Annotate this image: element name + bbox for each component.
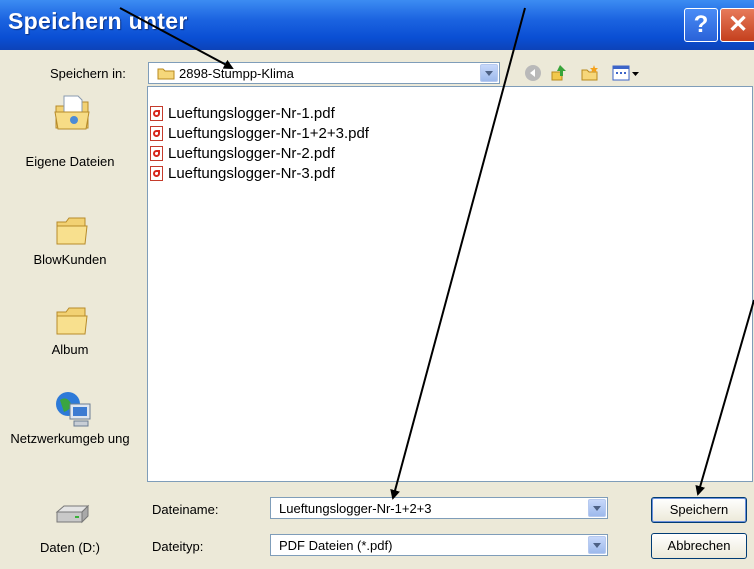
filename-value[interactable]: Lueftungslogger-Nr-1+2+3: [279, 501, 432, 516]
place-album[interactable]: Album: [0, 278, 140, 372]
file-name: Lueftungslogger-Nr-3.pdf: [168, 165, 335, 182]
pdf-file-icon: [150, 146, 163, 161]
my-documents-icon: [54, 95, 90, 130]
filename-label: Dateiname:: [152, 502, 219, 517]
current-folder-name: 2898-Stumpp-Klima: [179, 66, 294, 81]
close-button[interactable]: ✕: [720, 8, 754, 42]
place-my-documents[interactable]: Eigene Dateien: [0, 86, 140, 186]
pdf-file-icon: [150, 106, 163, 121]
view-menu-icon[interactable]: [612, 64, 642, 82]
filename-input[interactable]: Lueftungslogger-Nr-1+2+3: [270, 497, 608, 519]
folder-icon: [56, 307, 88, 335]
network-icon: [56, 392, 91, 427]
pdf-file-icon: [150, 126, 163, 141]
chevron-down-icon[interactable]: [588, 499, 606, 517]
folder-icon: [157, 68, 175, 80]
place-label: Album: [51, 342, 89, 357]
filetype-label: Dateityp:: [152, 539, 204, 554]
save-in-dropdown[interactable]: 2898-Stumpp-Klima: [148, 62, 500, 84]
folder-icon: [56, 217, 88, 245]
file-name: Lueftungslogger-Nr-2.pdf: [168, 145, 335, 162]
filetype-dropdown[interactable]: PDF Dateien (*.pdf): [270, 534, 608, 556]
place-drive-d[interactable]: Daten (D:): [0, 492, 140, 569]
file-name: Lueftungslogger-Nr-1+2+3.pdf: [168, 125, 369, 142]
chevron-down-icon[interactable]: [480, 64, 498, 82]
place-label: BlowKunden: [33, 252, 107, 267]
file-name: Lueftungslogger-Nr-1.pdf: [168, 105, 335, 122]
chevron-down-icon[interactable]: [588, 536, 606, 554]
places-bar: Eigene Dateien BlowKunden Album Netzwerk…: [0, 86, 140, 569]
save-in-label: Speichern in:: [50, 66, 126, 81]
place-network[interactable]: Netzwerkumgeb ung: [0, 372, 140, 492]
dialog-title: Speichern unter: [8, 8, 188, 34]
help-button[interactable]: ?: [684, 8, 718, 42]
back-icon[interactable]: [524, 64, 542, 82]
drive-icon: [55, 504, 90, 524]
title-bar[interactable]: Speichern unter ? ✕: [0, 0, 754, 50]
save-as-dialog: Speichern unter ? ✕ Speichern in: 2898-S…: [0, 0, 754, 569]
file-list[interactable]: Lueftungslogger-Nr-1.pdf Lueftungslogger…: [147, 86, 753, 482]
place-label: Daten (D:): [40, 540, 100, 555]
new-folder-icon[interactable]: [580, 64, 600, 82]
place-blowkunden[interactable]: BlowKunden: [0, 186, 140, 278]
place-label: Eigene Dateien: [25, 154, 115, 169]
cancel-button[interactable]: Abbrechen: [651, 533, 747, 559]
filetype-value: PDF Dateien (*.pdf): [279, 538, 393, 553]
pdf-file-icon: [150, 166, 163, 181]
up-folder-icon[interactable]: [550, 64, 568, 82]
save-button[interactable]: Speichern: [651, 497, 747, 523]
place-label: Netzwerkumgeb ung: [10, 431, 130, 446]
